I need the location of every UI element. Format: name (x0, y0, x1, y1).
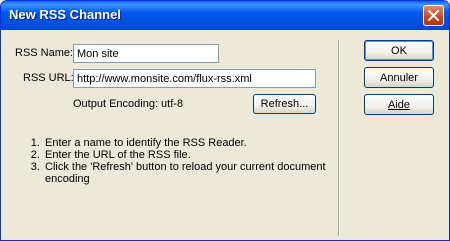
cancel-button[interactable]: Annuler (364, 67, 434, 88)
close-icon (428, 10, 439, 21)
rss-name-label: RSS Name: (15, 47, 74, 59)
window-title: New RSS Channel (9, 7, 121, 22)
close-button[interactable] (423, 5, 444, 26)
title-bar[interactable]: New RSS Channel (1, 1, 449, 30)
instruction-item: Enter the URL of the RSS file. (43, 149, 343, 161)
rss-name-input[interactable] (73, 44, 219, 63)
dialog-body: RSS Name: RSS URL: Output Encoding: utf-… (4, 30, 446, 239)
help-button[interactable]: Aide (364, 94, 434, 115)
instructions-list: Enter a name to identify the RSS Reader.… (18, 137, 343, 185)
dialog-window: New RSS Channel RSS Name: RSS URL: Outpu… (0, 0, 450, 241)
instruction-item: Enter a name to identify the RSS Reader. (43, 137, 343, 149)
instruction-item: Click the 'Refresh' button to reload you… (43, 161, 343, 185)
rss-url-label: RSS URL: (23, 72, 74, 84)
rss-url-input[interactable] (73, 69, 316, 88)
ok-button[interactable]: OK (364, 40, 434, 61)
refresh-button[interactable]: Refresh... (253, 94, 316, 114)
output-encoding-label: Output Encoding: utf-8 (73, 98, 184, 110)
vertical-separator (338, 40, 340, 236)
